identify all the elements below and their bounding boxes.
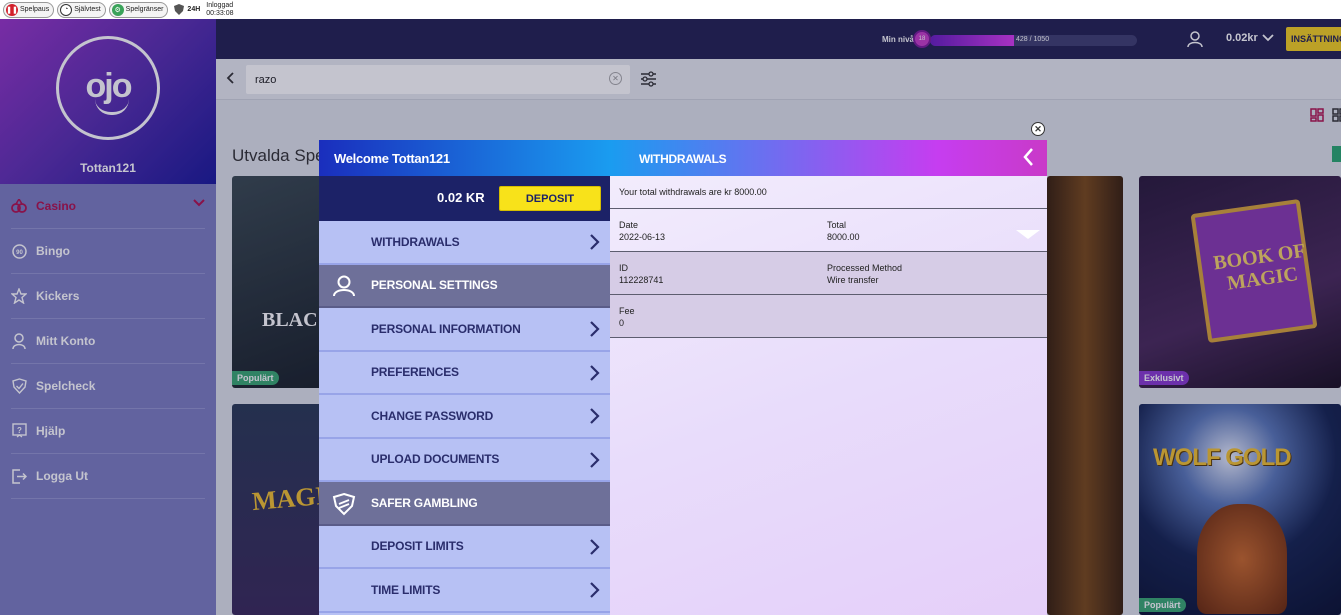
chevron-left-icon[interactable] <box>1022 147 1036 167</box>
gauge-icon: ◔ <box>60 3 73 16</box>
spelgranser-button[interactable]: ⚙ Spelgränser <box>108 1 169 18</box>
chevron-right-icon <box>590 582 600 598</box>
menu-item-deposit-limits[interactable]: DEPOSIT LIMITS <box>319 526 610 569</box>
chevron-right-icon <box>590 408 600 424</box>
menu-section-personal-settings: PERSONAL SETTINGS <box>319 264 610 308</box>
chevron-right-icon <box>590 538 600 555</box>
modal-deposit-button[interactable]: DEPOSIT <box>499 186 601 211</box>
session-label: Inloggad <box>206 1 234 9</box>
sjalvtest-label: Självtest <box>74 6 101 13</box>
id-cell: ID 112228741 <box>619 262 663 286</box>
modal-title: WITHDRAWALS <box>639 152 727 166</box>
spelgranser-label: Spelgränser <box>125 6 164 13</box>
shield-icon <box>174 4 185 15</box>
menu-item-personal-information[interactable]: PERSONAL INFORMATION <box>319 308 610 352</box>
id-value: 112228741 <box>619 275 664 285</box>
spelpaus-label: Spelpaus <box>20 6 50 13</box>
modal-balance-row: 0.02 KR DEPOSIT <box>319 176 610 221</box>
withdrawal-fee-row: Fee 0 <box>610 295 1047 338</box>
menu-item-label: UPLOAD DOCUMENTS <box>371 452 500 467</box>
chevron-right-icon <box>590 451 600 468</box>
menu-item-label: CHANGE PASSWORD <box>371 408 494 423</box>
menu-item-withdrawals[interactable]: WITHDRAWALS <box>319 221 610 265</box>
modal-balance: 0.02 KR <box>437 190 485 205</box>
menu-item-time-limits[interactable]: TIME LIMITS <box>319 569 610 613</box>
menu-item-upload-documents[interactable]: UPLOAD DOCUMENTS <box>319 439 610 482</box>
menu-section-safer-gambling: SAFER GAMBLING <box>319 482 610 526</box>
menu-section-label: PERSONAL SETTINGS <box>371 278 498 293</box>
limits-icon: ⚙ <box>111 3 124 16</box>
modal-menu: 0.02 KR DEPOSIT WITHDRAWALS PERSONAL SET… <box>319 176 610 615</box>
date-value: 2022-06-13 <box>619 232 666 242</box>
responsible-gaming-bar: ❚❚ Spelpaus ◔ Självtest ⚙ Spelgränser 24… <box>0 0 1341 19</box>
modal-header: Welcome Tottan121 WITHDRAWALS <box>319 140 1047 176</box>
pause-icon: ❚❚ <box>6 3 18 16</box>
user-icon <box>333 275 355 296</box>
session-timer: Inloggad 00:33:08 <box>206 2 233 18</box>
total-value: 8000.00 <box>827 232 860 242</box>
withdrawal-detail-row: ID 112228741 Processed Method Wire trans… <box>610 252 1047 295</box>
fee-value: 0 <box>619 318 625 328</box>
sjalvtest-button[interactable]: ◔ Självtest <box>57 1 106 18</box>
chevron-right-icon <box>590 234 600 250</box>
collapse-arrow-icon[interactable] <box>1016 230 1040 239</box>
method-label: Processed Method <box>827 263 903 273</box>
menu-item-label: PREFERENCES <box>371 365 459 380</box>
withdrawals-panel: Your total withdrawals are kr 8000.00 Da… <box>610 176 1047 615</box>
age-limit-label: 24H <box>187 6 201 13</box>
welcome-text: Welcome Tottan121 <box>334 151 450 166</box>
shield-icon <box>332 492 356 516</box>
date-label: Date <box>619 220 639 230</box>
chevron-right-icon <box>590 321 600 337</box>
menu-item-change-password[interactable]: CHANGE PASSWORD <box>319 395 610 439</box>
menu-item-label: WITHDRAWALS <box>371 234 460 249</box>
fee-cell: Fee 0 <box>619 305 635 329</box>
total-cell: Total 8000.00 <box>827 219 860 243</box>
spelpaus-button[interactable]: ❚❚ Spelpaus <box>3 1 55 18</box>
menu-item-label: PERSONAL INFORMATION <box>371 321 521 336</box>
menu-item-label: DEPOSIT LIMITS <box>371 539 464 554</box>
total-label: Total <box>827 220 847 230</box>
method-value: Wire transfer <box>827 275 879 285</box>
menu-section-label: SAFER GAMBLING <box>371 495 478 510</box>
account-modal: Welcome Tottan121 WITHDRAWALS 0.02 KR DE… <box>319 140 1047 615</box>
age-limit-badge: 24H <box>174 4 200 15</box>
menu-item-label: TIME LIMITS <box>371 582 441 597</box>
withdrawals-total: Your total withdrawals are kr 8000.00 <box>610 176 1047 209</box>
method-cell: Processed Method Wire transfer <box>827 262 902 286</box>
id-label: ID <box>619 263 628 273</box>
withdrawal-summary-row[interactable]: Date 2022-06-13 Total 8000.00 <box>610 209 1047 252</box>
date-cell: Date 2022-06-13 <box>619 219 665 243</box>
chevron-right-icon <box>590 364 600 381</box>
close-icon[interactable]: ✕ <box>1031 122 1045 136</box>
session-time: 00:33:08 <box>206 9 234 17</box>
menu-item-preferences[interactable]: PREFERENCES <box>319 352 610 395</box>
fee-label: Fee <box>619 306 635 316</box>
